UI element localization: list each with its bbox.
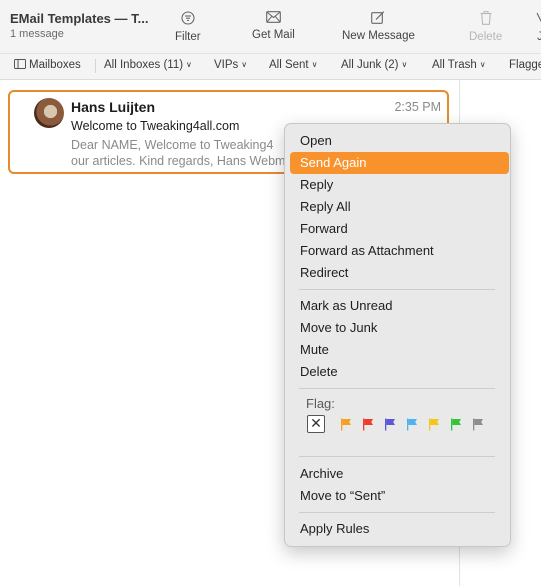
fav-flagged[interactable]: Flagge [509,59,541,71]
clear-flag-button[interactable]: ✕ [307,415,325,433]
menu-item-reply-all[interactable]: Reply All [290,196,509,218]
flag-color-2-icon[interactable] [362,418,374,431]
menu-separator [299,512,495,513]
menu-item-reply[interactable]: Reply [290,174,509,196]
flag-color-6-icon[interactable] [450,418,462,431]
fav-vips[interactable]: VIPs ∨ [214,59,247,71]
chevron-down-icon: ∨ [186,60,192,69]
favorites-bar: Mailboxes All Inboxes (11) ∨ VIPs ∨ All Se… [0,54,541,80]
fav-all-inboxes[interactable]: All Inboxes (11) ∨ [104,59,192,71]
get-mail-label: Get Mail [252,29,295,41]
all-inboxes-label: All Inboxes (11) [104,59,184,71]
menu-item-delete[interactable]: Delete [290,361,509,383]
fav-all-junk[interactable]: All Junk (2) ∨ [341,59,407,71]
fav-all-sent[interactable]: All Sent ∨ [269,59,318,71]
mailboxes-button[interactable]: Mailboxes [14,59,81,71]
mailboxes-label: Mailboxes [29,59,81,71]
message-subject: Welcome to Tweaking4all.com [71,119,240,133]
vips-label: VIPs [214,59,239,71]
menu-item-forward[interactable]: Forward [290,218,509,240]
all-junk-label: All Junk (2) [341,59,399,71]
junk-button[interactable]: J [536,11,541,43]
menu-item-apply-rules[interactable]: Apply Rules [290,518,509,540]
menu-item-mute[interactable]: Mute [290,339,509,361]
menu-item-move-to-sent[interactable]: Move to “Sent” [290,485,509,507]
context-menu: Open Send Again Reply Reply All Forward … [284,123,511,547]
flagged-label: Flagge [509,59,541,71]
flag-color-7-icon[interactable] [472,418,484,431]
chevron-down-icon: ∨ [311,60,318,69]
flag-label: Flag: [306,396,335,411]
toolbar: EMail Templates — T... 1 message Filter … [0,0,541,54]
menu-item-redirect[interactable]: Redirect [290,262,509,284]
message-time: 2:35 PM [394,100,441,114]
chevron-down-icon: ∨ [401,60,408,69]
flag-color-1-icon[interactable] [340,418,352,431]
menu-separator [299,388,495,389]
window-title: EMail Templates — T... [10,11,149,26]
envelope-icon [266,11,281,23]
menu-item-archive[interactable]: Archive [290,463,509,485]
get-mail-button[interactable]: Get Mail [252,11,295,41]
delete-label: Delete [469,31,503,43]
compose-icon [371,11,385,24]
filter-icon [181,11,195,25]
flag-color-3-icon[interactable] [384,418,396,431]
menu-item-move-to-junk[interactable]: Move to Junk [290,317,509,339]
delete-button[interactable]: Delete [469,11,502,43]
favorites-divider [95,59,96,73]
chevron-down-icon: ∨ [479,60,486,69]
all-sent-label: All Sent [269,59,309,71]
avatar [34,98,64,128]
menu-item-forward-as-attachment[interactable]: Forward as Attachment [290,240,509,262]
all-trash-label: All Trash [432,59,477,71]
junk-icon [536,12,541,23]
filter-label: Filter [175,31,201,43]
trash-icon [480,11,492,25]
message-count: 1 message [10,28,64,40]
chevron-down-icon: ∨ [241,60,248,69]
menu-item-open[interactable]: Open [290,130,509,152]
new-message-button[interactable]: New Message [342,11,415,42]
menu-item-mark-unread[interactable]: Mark as Unread [290,295,509,317]
flag-color-5-icon[interactable] [428,418,440,431]
filter-button[interactable]: Filter [175,11,201,43]
fav-all-trash[interactable]: All Trash ∨ [432,59,486,71]
junk-label: J [537,31,541,43]
flag-color-4-icon[interactable] [406,418,418,431]
menu-separator [299,456,495,457]
sidebar-icon [14,59,26,69]
menu-separator [299,289,495,290]
menu-item-send-again[interactable]: Send Again [290,152,509,174]
message-sender: Hans Luijten [71,99,156,115]
new-message-label: New Message [342,30,415,42]
